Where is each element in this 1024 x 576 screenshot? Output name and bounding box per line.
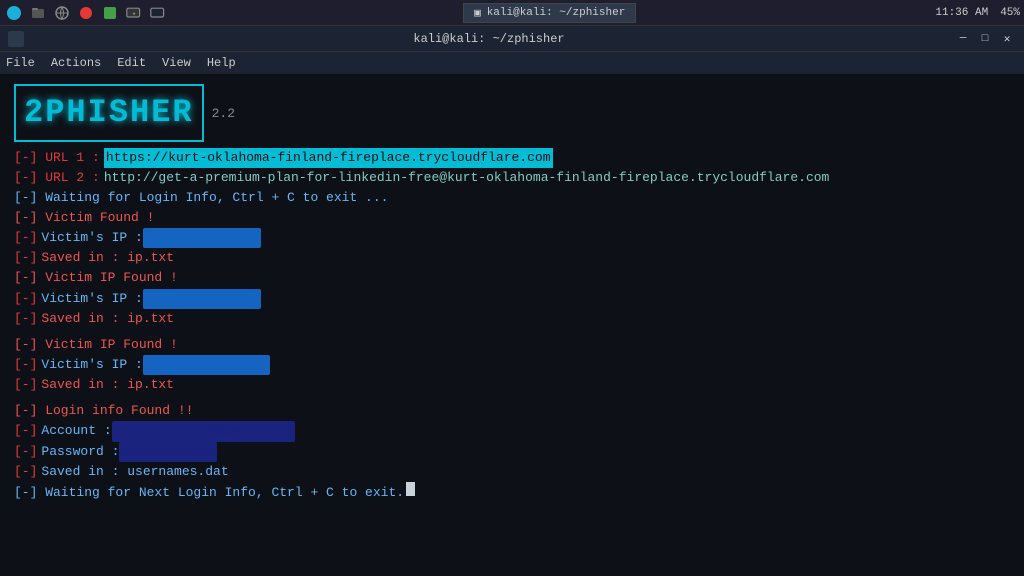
url1-prefix: [-] URL 1 : — [14, 148, 100, 168]
clock: 11:36 AM — [935, 7, 988, 19]
victim-ip-found-2: [-] Victim IP Found ! — [14, 268, 1010, 288]
account-line: [-] Account : xxxxxxxx.xxxx@gmail.com — [14, 421, 1010, 441]
battery: 45% — [1000, 7, 1020, 19]
menu-file[interactable]: File — [6, 56, 35, 70]
menubar: File Actions Edit View Help — [0, 52, 1024, 74]
terminal-small-icon[interactable] — [148, 3, 168, 23]
saved-ip-1-prefix: [-] — [14, 248, 37, 268]
url2-prefix: [-] URL 2 : — [14, 168, 100, 188]
url2-value: http://get-a-premium-plan-for-linkedin-f… — [104, 168, 830, 188]
url1-value: https://kurt-oklahoma-finland-fireplace.… — [104, 148, 553, 168]
password-value: xxxxxxxxxxxx — [119, 442, 217, 462]
victim-ip-found-2-text: [-] Victim IP Found ! — [14, 268, 178, 288]
victim-found-1-text: [-] Victim Found ! — [14, 208, 154, 228]
waiting2-text: [-] Waiting for Next Login Info, Ctrl + … — [14, 483, 404, 503]
victim-ip-3-value: xxx.xxx.xx.xxx — [143, 355, 270, 375]
victim-found-1: [-] Victim Found ! — [14, 208, 1010, 228]
saved-ip-3: [-] Saved in : ip.txt — [14, 375, 1010, 395]
menu-actions[interactable]: Actions — [51, 56, 101, 70]
victim-ip-3-label: Victim's IP : — [41, 355, 142, 375]
account-value: xxxxxxxx.xxxx@gmail.com — [112, 421, 295, 441]
logo-row: 2PHISHER 2.2 — [14, 84, 1010, 144]
victim-ip-2: [-] Victim's IP : xxx.xxx.xx.xx — [14, 289, 1010, 309]
victim-ip-2-prefix: [-] — [14, 289, 37, 309]
waiting1-line: [-] Waiting for Login Info, Ctrl + C to … — [14, 188, 1010, 208]
victim-ip-3: [-] Victim's IP : xxx.xxx.xx.xxx — [14, 355, 1010, 375]
svg-text:▾: ▾ — [132, 11, 136, 19]
green-icon[interactable] — [100, 3, 120, 23]
saved-ip-1-text: Saved in : ip.txt — [41, 248, 174, 268]
url2-line: [-] URL 2 : http://get-a-premium-plan-fo… — [14, 168, 1010, 188]
waiting1-text: [-] Waiting for Login Info, Ctrl + C to … — [14, 188, 388, 208]
taskbar-icons: ▾ — [4, 3, 168, 23]
url1-line: [-] URL 1 : https://kurt-oklahoma-finlan… — [14, 148, 1010, 168]
browser-icon[interactable] — [52, 3, 72, 23]
victim-ip-3-prefix: [-] — [14, 355, 37, 375]
version: 2.2 — [212, 104, 235, 124]
window-controls: ─ □ ✕ — [954, 32, 1016, 46]
password-prefix: [-] — [14, 442, 37, 462]
window-title: kali@kali: ~/zphisher — [24, 32, 954, 46]
file-manager-icon[interactable] — [28, 3, 48, 23]
account-prefix: [-] — [14, 421, 37, 441]
saved-ip-3-prefix: [-] — [14, 375, 37, 395]
taskbar-center: ▣ kali@kali: ~/zphisher — [168, 3, 931, 23]
victim-ip-1-value: xxx.xxx.xx.xx — [143, 228, 261, 248]
saved-usernames: [-] Saved in : usernames.dat — [14, 462, 1010, 482]
minimize-button[interactable]: ─ — [954, 32, 972, 46]
saved-ip-3-text: Saved in : ip.txt — [41, 375, 174, 395]
taskbar-right: 11:36 AM 45% — [931, 7, 1020, 19]
kali-icon[interactable] — [4, 3, 24, 23]
saved-ip-2: [-] Saved in : ip.txt — [14, 309, 1010, 329]
menu-view[interactable]: View — [162, 56, 191, 70]
menu-edit[interactable]: Edit — [117, 56, 146, 70]
saved-usernames-text: Saved in : usernames.dat — [41, 462, 228, 482]
cursor — [406, 482, 415, 496]
tab-icon: ▣ — [474, 6, 481, 20]
victim-ip-1-prefix: [-] — [14, 228, 37, 248]
taskbar: ▾ ▣ kali@kali: ~/zphisher 11:36 AM 45% — [0, 0, 1024, 26]
maximize-button[interactable]: □ — [976, 32, 994, 46]
password-line: [-] Password : xxxxxxxxxxxx — [14, 442, 1010, 462]
victim-ip-2-label: Victim's IP : — [41, 289, 142, 309]
active-tab[interactable]: ▣ kali@kali: ~/zphisher — [463, 3, 636, 23]
terminal-window: kali@kali: ~/zphisher ─ □ ✕ File Actions… — [0, 26, 1024, 576]
waiting2-line: [-] Waiting for Next Login Info, Ctrl + … — [14, 482, 1010, 503]
saved-usernames-prefix: [-] — [14, 462, 37, 482]
tab-label: kali@kali: ~/zphisher — [487, 7, 626, 19]
victim-ip-found-3: [-] Victim IP Found ! — [14, 335, 1010, 355]
saved-ip-1: [-] Saved in : ip.txt — [14, 248, 1010, 268]
victim-ip-2-value: xxx.xxx.xx.xx — [143, 289, 261, 309]
password-label: Password : — [41, 442, 119, 462]
window-icon — [8, 31, 24, 47]
victim-ip-found-3-text: [-] Victim IP Found ! — [14, 335, 178, 355]
login-found-text: [-] Login info Found !! — [14, 401, 193, 421]
account-label: Account : — [41, 421, 111, 441]
login-found: [-] Login info Found !! — [14, 401, 1010, 421]
zphisher-logo: 2PHISHER — [14, 84, 204, 142]
victim-ip-1-label: Victim's IP : — [41, 228, 142, 248]
close-button[interactable]: ✕ — [998, 32, 1016, 46]
victim-ip-1: [-] Victim's IP : xxx.xxx.xx.xx — [14, 228, 1010, 248]
saved-ip-2-text: Saved in : ip.txt — [41, 309, 174, 329]
window-titlebar: kali@kali: ~/zphisher ─ □ ✕ — [0, 26, 1024, 52]
dropdown-icon[interactable]: ▾ — [124, 3, 144, 23]
red-icon[interactable] — [76, 3, 96, 23]
menu-help[interactable]: Help — [207, 56, 236, 70]
terminal-body: 2PHISHER 2.2 [-] URL 1 : https://kurt-ok… — [0, 74, 1024, 576]
saved-ip-2-prefix: [-] — [14, 309, 37, 329]
